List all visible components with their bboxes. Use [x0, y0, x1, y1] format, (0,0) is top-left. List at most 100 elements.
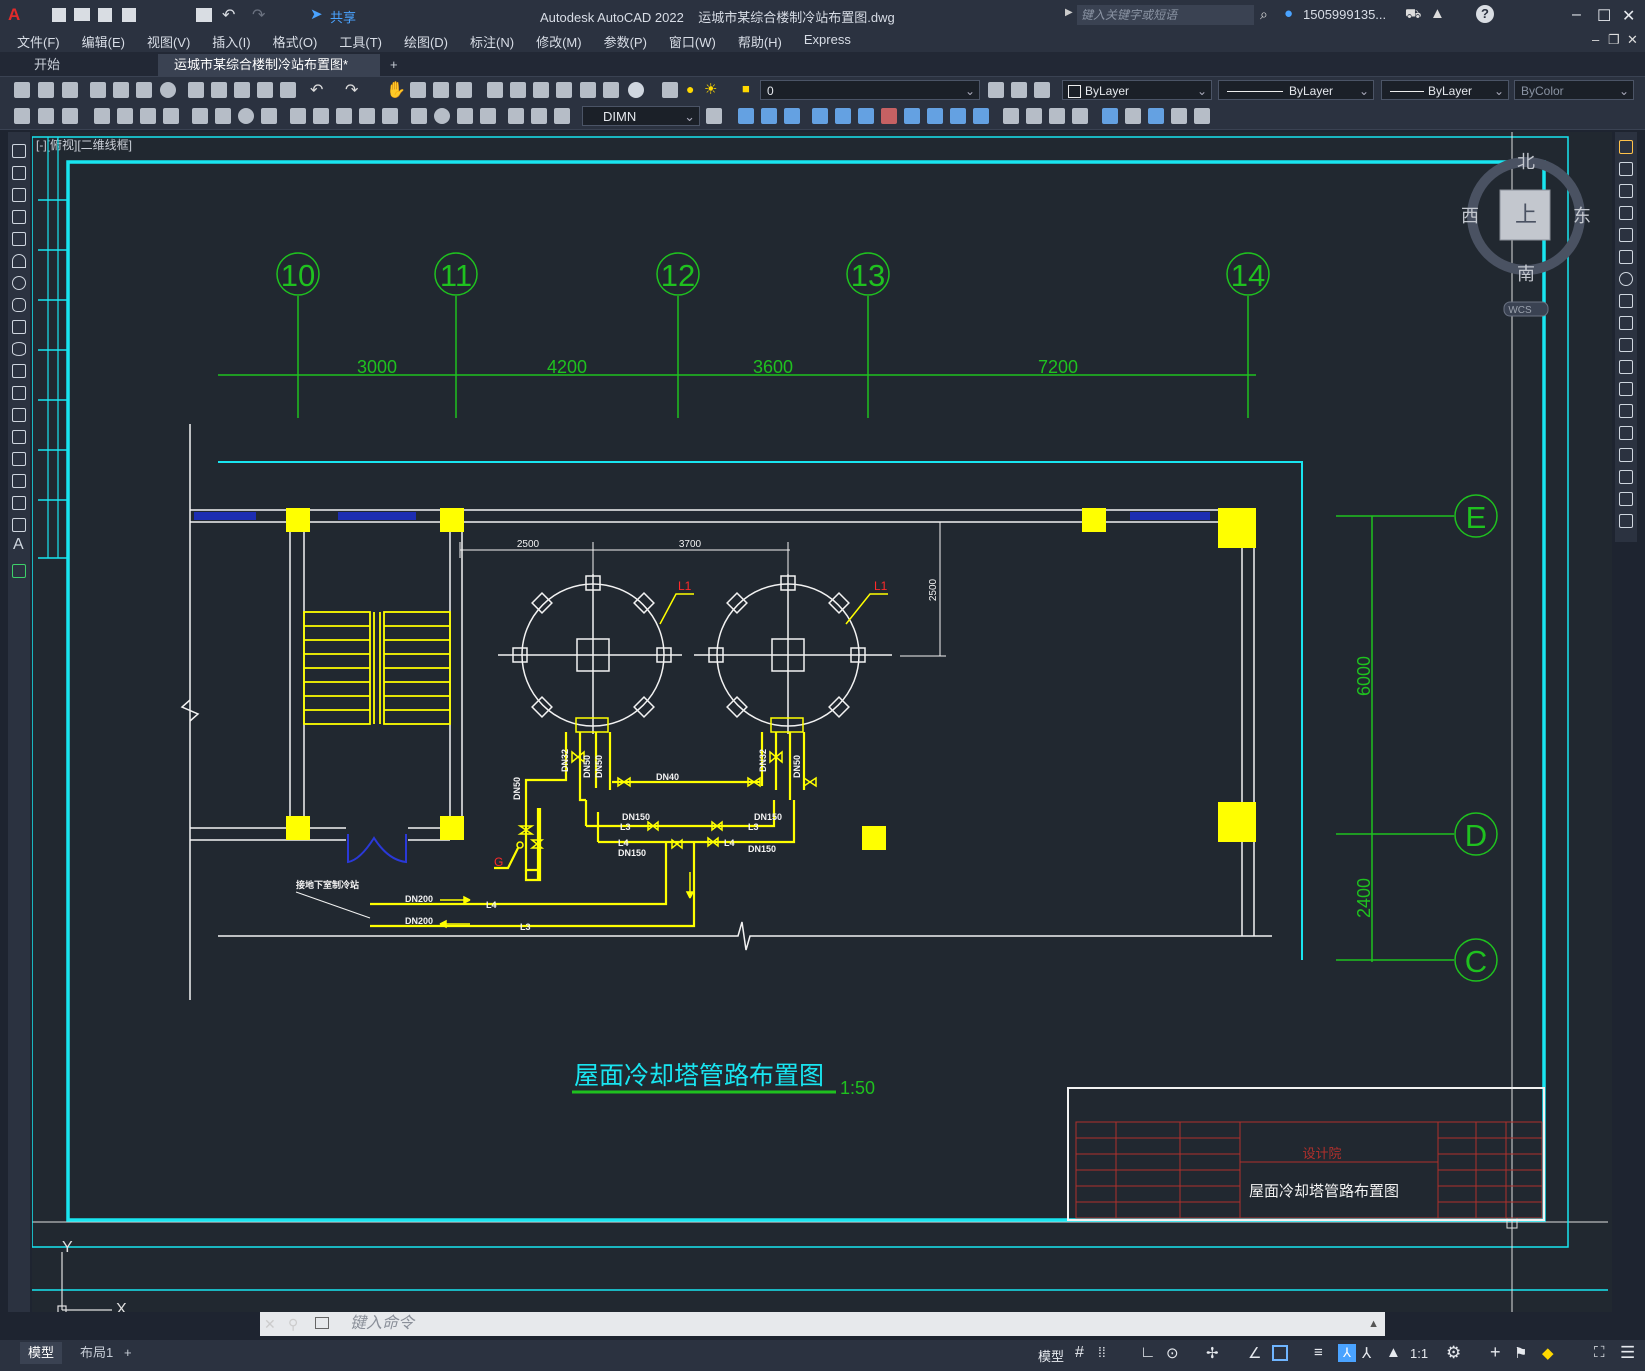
- modify-icon-3[interactable]: [784, 108, 800, 124]
- menu-dimension[interactable]: 标注(N): [459, 32, 525, 51]
- calculator-icon[interactable]: [603, 82, 619, 98]
- customize-icon[interactable]: ☰: [1620, 1343, 1635, 1363]
- break-at-point-icon[interactable]: [1619, 382, 1633, 396]
- modify-icon-12[interactable]: [1003, 108, 1019, 124]
- search-icon[interactable]: ⌕: [1260, 6, 1268, 23]
- autoscale-icon[interactable]: ⅄: [1362, 1344, 1371, 1362]
- maximize-icon[interactable]: ☐: [1597, 6, 1611, 26]
- modify-icon-11[interactable]: [973, 108, 989, 124]
- dim-aligned-icon[interactable]: [117, 108, 133, 124]
- menu-format[interactable]: 格式(O): [262, 32, 329, 51]
- dim-update-icon[interactable]: [554, 108, 570, 124]
- doc-minimize-icon[interactable]: –: [1592, 32, 1599, 47]
- viewcube[interactable]: [1467, 157, 1585, 317]
- dim-jogged-icon[interactable]: [215, 108, 231, 124]
- layer-lock-icon[interactable]: ■: [742, 81, 750, 96]
- modify-icon-7[interactable]: [881, 108, 897, 124]
- rotate-icon[interactable]: [1619, 272, 1633, 286]
- menu-tools[interactable]: 工具(T): [328, 32, 393, 51]
- mtext-icon[interactable]: A: [13, 536, 24, 554]
- undo-icon[interactable]: ↶: [222, 5, 235, 25]
- move-icon[interactable]: [1619, 250, 1633, 264]
- designcenter-icon[interactable]: [510, 82, 526, 98]
- trim-icon[interactable]: [1619, 338, 1633, 352]
- dim-text-edit-icon[interactable]: [531, 108, 547, 124]
- paste-icon[interactable]: [234, 82, 250, 98]
- command-close-icon[interactable]: ✕: [264, 1316, 276, 1333]
- publish-icon[interactable]: [136, 82, 152, 98]
- tab-layout1[interactable]: 布局1: [72, 1342, 121, 1364]
- explode-icon[interactable]: [1619, 514, 1633, 528]
- menu-parametric[interactable]: 参数(P): [593, 32, 658, 51]
- copy-icon[interactable]: [211, 82, 227, 98]
- annotation-monitor-icon[interactable]: +: [1490, 1342, 1501, 1363]
- command-customize-icon[interactable]: ⚲: [288, 1316, 298, 1333]
- insert-block-icon[interactable]: [12, 386, 26, 400]
- arc-icon[interactable]: [12, 254, 26, 268]
- tool-icon-3[interactable]: [62, 108, 78, 124]
- isolate-objects-icon[interactable]: ⚑: [1514, 1344, 1527, 1362]
- layer-on-icon[interactable]: ●: [686, 81, 694, 97]
- menu-edit[interactable]: 编辑(E): [71, 32, 136, 51]
- table-icon[interactable]: [12, 518, 26, 532]
- drawing-canvas[interactable]: 10 11 12 13 14 3000 4200 3600 7200 E D C…: [32, 132, 1612, 1312]
- graphics-performance-icon[interactable]: ◆: [1542, 1344, 1554, 1362]
- blend-curves-icon[interactable]: [1619, 492, 1633, 506]
- scale-icon[interactable]: [1619, 294, 1633, 308]
- add-layout-button[interactable]: +: [124, 1342, 132, 1364]
- matchprop-icon[interactable]: [257, 82, 273, 98]
- dim-baseline-icon[interactable]: [313, 108, 329, 124]
- join-icon[interactable]: [1619, 426, 1633, 440]
- lineweight-icon[interactable]: ≡: [1314, 1344, 1323, 1361]
- linetype-dropdown[interactable]: ByLayer ⌄: [1218, 80, 1374, 100]
- quick-dim-icon[interactable]: [290, 108, 306, 124]
- cut-icon[interactable]: [188, 82, 204, 98]
- osnap-icon[interactable]: [1272, 1345, 1288, 1361]
- mirror-icon[interactable]: [1619, 184, 1633, 198]
- layer-previous-icon[interactable]: [1011, 82, 1027, 98]
- tool-icon-1[interactable]: [14, 108, 30, 124]
- doc-restore-icon[interactable]: ❐: [1608, 32, 1620, 48]
- user-icon[interactable]: ●: [1284, 5, 1293, 22]
- app-menu-button[interactable]: A: [8, 5, 20, 25]
- fillet-icon[interactable]: [1619, 470, 1633, 484]
- quick-access-new-icon[interactable]: [52, 8, 66, 22]
- plot-icon[interactable]: [90, 82, 106, 98]
- spline-icon[interactable]: [12, 320, 26, 334]
- menu-window[interactable]: 窗口(W): [658, 32, 727, 51]
- save-icon[interactable]: [62, 82, 78, 98]
- model-space-button[interactable]: 模型: [1038, 1346, 1064, 1365]
- offset-icon[interactable]: [1619, 206, 1633, 220]
- dim-continue-icon[interactable]: [336, 108, 352, 124]
- modify-icon-13[interactable]: [1026, 108, 1042, 124]
- zoom-realtime-icon[interactable]: [410, 82, 426, 98]
- tolerance-icon[interactable]: [411, 108, 427, 124]
- share-button[interactable]: 共享: [330, 7, 356, 26]
- modify-icon-19[interactable]: [1171, 108, 1187, 124]
- color-dropdown[interactable]: ByLayer ⌄: [1062, 80, 1212, 100]
- 3d-dwf-icon[interactable]: [160, 82, 176, 98]
- menu-insert[interactable]: 插入(I): [201, 32, 261, 51]
- extend-icon[interactable]: [1619, 360, 1633, 374]
- zoom-previous-icon[interactable]: [456, 82, 472, 98]
- modify-icon-20[interactable]: [1194, 108, 1210, 124]
- quick-access-save-icon[interactable]: [98, 8, 112, 22]
- redo-toolbar-icon[interactable]: ↷: [345, 80, 358, 100]
- region-icon[interactable]: [12, 496, 26, 510]
- annotation-scale-value[interactable]: 1:1: [1410, 1346, 1428, 1361]
- layer-dropdown[interactable]: 0 ⌄: [760, 80, 980, 100]
- modify-icon-6[interactable]: [858, 108, 874, 124]
- array-icon[interactable]: [1619, 228, 1633, 242]
- lineweight-dropdown[interactable]: ByLayer ⌄: [1381, 80, 1509, 100]
- minimize-icon[interactable]: –: [1572, 6, 1581, 24]
- command-line[interactable]: 键入命令 ▲: [260, 1312, 1385, 1336]
- tab-document[interactable]: 运城市某综合楼制冷站布置图*: [158, 54, 380, 76]
- modify-icon-8[interactable]: [904, 108, 920, 124]
- circle-icon[interactable]: [12, 276, 26, 290]
- autodesk-account-icon[interactable]: ▲: [1430, 5, 1445, 22]
- help-toolbar-icon[interactable]: [628, 82, 644, 98]
- redo-icon[interactable]: ↷: [252, 5, 265, 25]
- modify-icon-2[interactable]: [761, 108, 777, 124]
- annotation-visibility-icon[interactable]: ⅄: [1338, 1344, 1356, 1362]
- dim-diameter-icon[interactable]: [238, 108, 254, 124]
